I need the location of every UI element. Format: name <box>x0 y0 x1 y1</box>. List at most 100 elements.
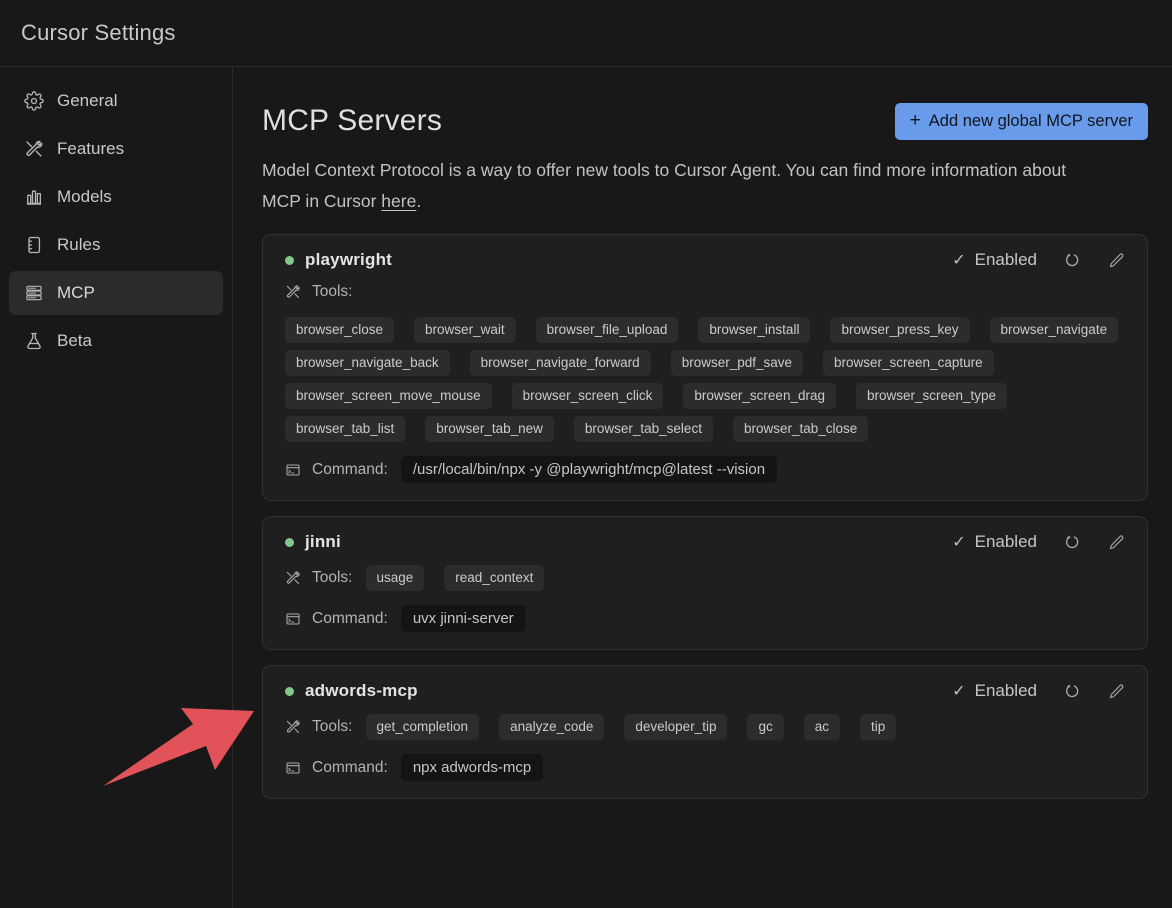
refresh-icon[interactable] <box>1063 682 1081 700</box>
tool-chip: browser_press_key <box>830 317 970 343</box>
tool-chip: gc <box>747 714 784 740</box>
tools-icon <box>285 719 301 735</box>
refresh-icon[interactable] <box>1063 533 1081 551</box>
mcp-server-list: playwright ✓ Enabled Tools: browser_close bro… <box>262 234 1148 799</box>
tool-chip: get_completion <box>365 714 480 740</box>
server-card-header: adwords-mcp ✓ Enabled <box>285 681 1125 701</box>
tool-chip: browser_tab_list <box>285 416 406 442</box>
server-command-row: Command: /usr/local/bin/npx -y @playwrigh… <box>285 456 1125 483</box>
tool-chip: read_context <box>444 565 545 591</box>
window-title: Cursor Settings <box>21 20 176 45</box>
sidebar-item-mcp[interactable]: MCP <box>9 271 223 315</box>
tools-icon <box>285 284 301 300</box>
settings-layout: General Features Models Rules MCP Beta MCP Se… <box>0 67 1172 908</box>
tool-chip: tip <box>859 714 897 740</box>
command-value: uvx jinni-server <box>400 605 526 632</box>
server-enabled-toggle[interactable]: ✓ Enabled <box>952 250 1037 270</box>
tool-chip: browser_tab_select <box>573 416 713 442</box>
command-label: Command: <box>312 460 388 478</box>
tool-chip: browser_screen_drag <box>683 383 836 409</box>
terminal-icon <box>285 462 301 478</box>
tool-chip: browser_pdf_save <box>670 350 804 376</box>
server-enabled-toggle[interactable]: ✓ Enabled <box>952 532 1037 552</box>
sidebar: General Features Models Rules MCP Beta <box>0 67 233 908</box>
tool-chip-list: get_completion analyze_code developer_tip g… <box>365 714 897 740</box>
terminal-icon <box>285 611 301 627</box>
check-icon: ✓ <box>952 252 966 269</box>
mcp-description: Model Context Protocol is a way to offer… <box>262 155 1092 217</box>
tool-chip: browser_screen_move_mouse <box>285 383 492 409</box>
add-mcp-server-label: Add new global MCP server <box>928 112 1133 130</box>
server-enabled-toggle[interactable]: ✓ Enabled <box>952 681 1037 701</box>
tool-chip: ac <box>803 714 840 740</box>
server-status-dot <box>285 537 294 547</box>
description-period: . <box>416 191 422 211</box>
tool-chip: usage <box>365 565 425 591</box>
command-value: /usr/local/bin/npx -y @playwright/mcp@la… <box>400 456 778 483</box>
server-tools-row: Tools: browser_close browser_wait browser_f… <box>285 283 1125 442</box>
sidebar-item-models[interactable]: Models <box>9 175 223 219</box>
command-value: npx adwords-mcp <box>400 754 544 781</box>
server-status-label: Enabled <box>974 250 1037 269</box>
tool-chip: developer_tip <box>624 714 728 740</box>
server-name: jinni <box>305 532 341 551</box>
here-link[interactable]: here <box>381 191 416 211</box>
sidebar-item-label: General <box>57 91 118 110</box>
plus-icon: + <box>909 109 921 131</box>
check-icon: ✓ <box>952 683 966 700</box>
tool-chip: analyze_code <box>499 714 605 740</box>
tools-label: Tools: <box>312 283 353 300</box>
server-status-label: Enabled <box>974 532 1037 551</box>
sidebar-item-label: Models <box>57 187 112 206</box>
sidebar-item-label: Features <box>57 139 125 158</box>
mcp-section-header: MCP Servers + Add new global MCP server <box>262 103 1148 140</box>
main-content: MCP Servers + Add new global MCP server M… <box>233 67 1172 908</box>
tools-icon <box>285 570 301 586</box>
tool-chip: browser_wait <box>414 317 516 343</box>
server-name: adwords-mcp <box>305 681 418 700</box>
top-bar: Cursor Settings <box>0 0 1172 67</box>
server-card-header: playwright ✓ Enabled <box>285 250 1125 270</box>
tool-chip: browser_navigate_back <box>285 350 450 376</box>
mcp-server-card: playwright ✓ Enabled Tools: browser_close bro… <box>262 234 1148 501</box>
terminal-icon <box>285 760 301 776</box>
tool-chip: browser_close <box>285 317 395 343</box>
edit-icon[interactable] <box>1108 683 1125 700</box>
server-status-dot <box>285 255 294 265</box>
tool-chip: browser_screen_capture <box>823 350 994 376</box>
server-status-dot <box>285 686 294 696</box>
tool-chip: browser_tab_close <box>732 416 869 442</box>
page-title: MCP Servers <box>262 104 443 137</box>
sidebar-item-rules[interactable]: Rules <box>9 223 223 267</box>
mcp-server-card: adwords-mcp ✓ Enabled Tools: get_completion a… <box>262 665 1148 799</box>
notebook-icon <box>24 235 44 255</box>
add-mcp-server-button[interactable]: + Add new global MCP server <box>894 103 1148 140</box>
server-tools-row: Tools: get_completion analyze_code develope… <box>285 714 1125 740</box>
server-stack-icon <box>24 283 44 303</box>
server-name: playwright <box>305 250 393 269</box>
sidebar-item-general[interactable]: General <box>9 79 223 123</box>
tool-chip: browser_tab_new <box>425 416 554 442</box>
edit-icon[interactable] <box>1108 534 1125 551</box>
refresh-icon[interactable] <box>1063 251 1081 269</box>
server-status-label: Enabled <box>974 681 1037 700</box>
server-command-row: Command: npx adwords-mcp <box>285 754 1125 781</box>
check-icon: ✓ <box>952 534 966 551</box>
mcp-server-card: jinni ✓ Enabled Tools: usage read_context Comm… <box>262 516 1148 650</box>
tools-icon <box>24 139 44 159</box>
command-label: Command: <box>312 758 388 776</box>
server-tools-row: Tools: usage read_context <box>285 565 1125 591</box>
edit-icon[interactable] <box>1108 252 1125 269</box>
tool-chip: browser_file_upload <box>535 317 679 343</box>
tools-label: Tools: <box>312 718 353 735</box>
sidebar-item-features[interactable]: Features <box>9 127 223 171</box>
bar-chart-icon <box>24 187 44 207</box>
tool-chip: browser_navigate <box>989 317 1119 343</box>
tool-chip: browser_install <box>698 317 811 343</box>
tools-label: Tools: <box>312 569 353 586</box>
tool-chip: browser_screen_click <box>511 383 664 409</box>
sidebar-item-label: Rules <box>57 235 101 254</box>
tool-chip-list: browser_close browser_wait browser_file_up… <box>285 317 1125 442</box>
sidebar-item-beta[interactable]: Beta <box>9 319 223 363</box>
tool-chip: browser_navigate_forward <box>469 350 651 376</box>
